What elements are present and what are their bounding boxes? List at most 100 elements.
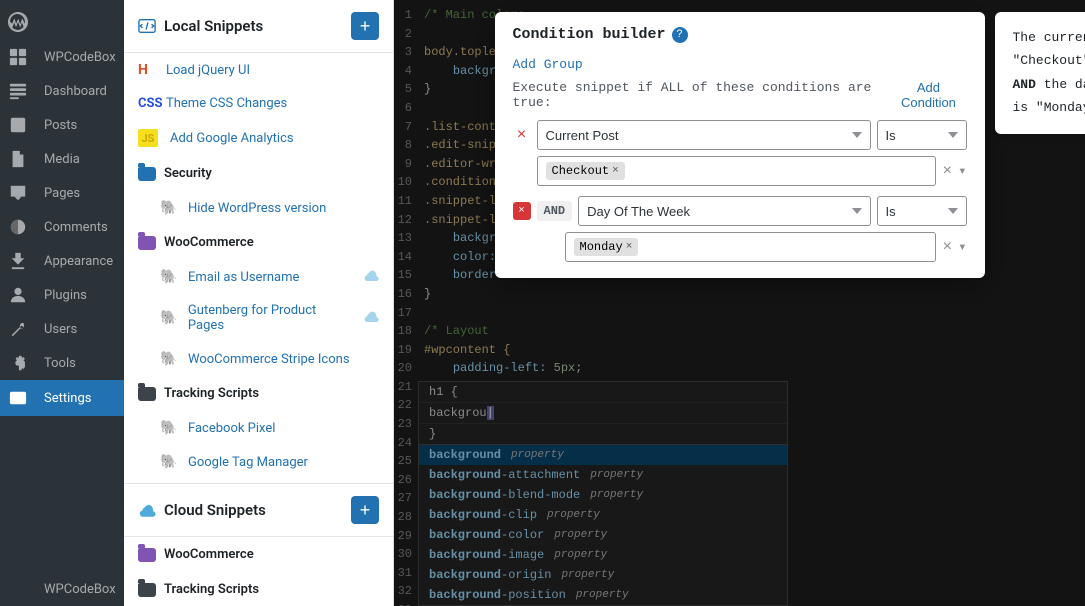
sidebar-item-dashboard[interactable] [0, 40, 36, 74]
collapse-icon [10, 573, 26, 589]
sidebar-item-pages[interactable] [0, 142, 36, 176]
cloud-tracking-label: Tracking Scripts [164, 582, 259, 597]
condition-2-value-row: Monday × × ▾ [565, 232, 967, 262]
section-security[interactable]: Security [124, 156, 393, 191]
snippet-item-hide-wp[interactable]: 🐘 Hide WordPress version [124, 191, 393, 225]
modal-help-icon[interactable]: ? [672, 27, 688, 43]
cloud-snippets-title: Cloud Snippets [138, 501, 266, 519]
cloud-snippets-icon [138, 503, 156, 517]
html5-icon: H [138, 62, 158, 78]
wpcodebox-icon [9, 389, 27, 407]
add-group-link[interactable]: Add Group [513, 57, 583, 72]
condition-1-delete[interactable]: × [513, 126, 531, 144]
tracking-scripts-label: Tracking Scripts [164, 386, 259, 401]
snippet-item-email-username[interactable]: 🐘 Email as Username [124, 260, 393, 294]
condition-2-clear[interactable]: × [942, 238, 952, 256]
snippet-item-stripe-icons[interactable]: 🐘 WooCommerce Stripe Icons [124, 342, 393, 376]
add-snippet-button[interactable]: + [351, 12, 379, 40]
modal-body: Add Group Execute snippet if ALL of thes… [495, 49, 985, 278]
section-tracking[interactable]: Tracking Scripts [124, 376, 393, 411]
sidebar-item-tools[interactable] [0, 312, 36, 346]
sidebar-label-wpcodebox-active[interactable]: Settings [36, 380, 124, 416]
condition-2-tag-remove[interactable]: × [626, 241, 633, 253]
sidebar-label-settings[interactable]: Tools [36, 346, 124, 380]
cloud-section-woocommerce[interactable]: WooCommerce [124, 537, 393, 572]
condition-2-field-select[interactable]: Day Of The Week [578, 196, 870, 226]
security-folder-icon [138, 167, 156, 181]
condition-info-line2: AND the day of the week is "Monday" [1013, 73, 1085, 120]
condition-2-tag-input[interactable]: Monday × [565, 232, 937, 262]
sidebar-label-plugins[interactable]: Appearance [36, 244, 124, 278]
condition-1-arrow[interactable]: ▾ [958, 163, 966, 180]
condition-1-value-row: Checkout × × ▾ [537, 156, 967, 186]
sidebar-item-settings[interactable] [0, 346, 36, 380]
snippet-item-gutenberg[interactable]: 🐘 Gutenberg for Product Pages [124, 294, 393, 342]
wp-logo-icon [8, 12, 28, 32]
modal-overlay: Condition builder ? Add Group Execute sn… [394, 0, 1085, 606]
sidebar-label-appearance[interactable]: Comments [36, 210, 124, 244]
sidebar-item-appearance[interactable] [0, 210, 36, 244]
section-woocommerce[interactable]: WooCommerce [124, 225, 393, 260]
snippet-item-css-changes[interactable]: CSS Theme CSS Changes [124, 87, 393, 120]
sidebar-collapse[interactable] [0, 564, 36, 598]
condition-1-tag-checkout: Checkout × [546, 162, 625, 180]
sidebar-label-users[interactable]: Plugins [36, 278, 124, 312]
sidebar-item-comments[interactable] [0, 176, 36, 210]
sidebar-label-collapse[interactable]: WPCodeBox [36, 572, 124, 606]
cloud-section-tracking[interactable]: Tracking Scripts [124, 572, 393, 606]
sidebar-label-comments[interactable]: Pages [36, 176, 124, 210]
cloud-icon-email [363, 269, 379, 285]
snippet-item-facebook-pixel[interactable]: 🐘 Facebook Pixel [124, 411, 393, 445]
sidebar-label-wpcodebox[interactable] [36, 4, 124, 40]
condition-1-tag-remove[interactable]: × [612, 165, 619, 177]
appearance-icon [9, 218, 27, 236]
modal-description-text: Execute snippet if ALL of these conditio… [513, 80, 891, 110]
sidebar-item-media[interactable] [0, 108, 36, 142]
condition-row-1: × Current Post Is [513, 120, 967, 150]
condition-1-clear[interactable]: × [942, 162, 952, 180]
sidebar-item-wp-logo[interactable] [0, 4, 36, 40]
add-condition-button[interactable]: Add Condition [890, 80, 966, 110]
wpcodebox-sidebar-icon [138, 17, 156, 35]
settings-icon [9, 354, 27, 372]
condition-2-operator-select[interactable]: Is [877, 196, 967, 226]
condition-2-tag-monday: Monday × [574, 238, 639, 256]
condition-1-tag-input[interactable]: Checkout × [537, 156, 937, 186]
condition-2-arrow[interactable]: ▾ [958, 239, 966, 256]
condition-1-field-select[interactable]: Current Post [537, 120, 871, 150]
add-cloud-snippet-button[interactable]: + [351, 496, 379, 524]
wp-admin-sidebar [0, 0, 36, 606]
cloud-woo-folder-icon [138, 548, 156, 562]
hide-wp-label: Hide WordPress version [188, 201, 326, 216]
sidebar-item-users[interactable] [0, 278, 36, 312]
modal-title: Condition builder [513, 26, 666, 43]
sidebar-label-posts[interactable]: Dashboard [36, 74, 124, 108]
tracking-folder-icon [138, 387, 156, 401]
cloud-tracking-folder-icon [138, 583, 156, 597]
sidebar-item-plugins[interactable] [0, 244, 36, 278]
sidebar-label-tools[interactable]: Users [36, 312, 124, 346]
condition-1-operator-select[interactable]: Is [877, 120, 967, 150]
sidebar-label-dashboard[interactable]: WPCodeBox [36, 40, 124, 74]
condition-x-button[interactable]: × [513, 202, 531, 220]
plugin-sidebar-header: Local Snippets + [124, 0, 393, 53]
tools-icon [9, 320, 27, 338]
stripe-icons-label: WooCommerce Stripe Icons [188, 352, 350, 367]
snippet-item-gtm[interactable]: 🐘 Google Tag Manager [124, 445, 393, 479]
cloud-woo-label: WooCommerce [164, 547, 254, 562]
media-icon [9, 116, 27, 134]
code-editor[interactable]: 1/* Main colors 2 3body.toplevel_pa { 4 … [394, 0, 1085, 606]
snippet-item-ga[interactable]: JS Add Google Analytics [124, 120, 393, 156]
sidebar-item-posts[interactable] [0, 74, 36, 108]
modal-header: Condition builder ? [495, 12, 985, 49]
js-icon: JS [138, 129, 158, 147]
elephant-icon-stripe: 🐘 [160, 351, 180, 367]
sidebar-item-wpcodebox[interactable] [0, 380, 36, 416]
jquery-ui-label: Load jQuery UI [166, 63, 250, 78]
css-icon: CSS [138, 96, 158, 111]
sidebar-label-pages[interactable]: Media [36, 142, 124, 176]
snippet-item-jquery-ui[interactable]: H Load jQuery UI [124, 53, 393, 87]
css-changes-label: Theme CSS Changes [166, 96, 287, 111]
sidebar-label-media[interactable]: Posts [36, 108, 124, 142]
facebook-pixel-label: Facebook Pixel [188, 421, 275, 436]
